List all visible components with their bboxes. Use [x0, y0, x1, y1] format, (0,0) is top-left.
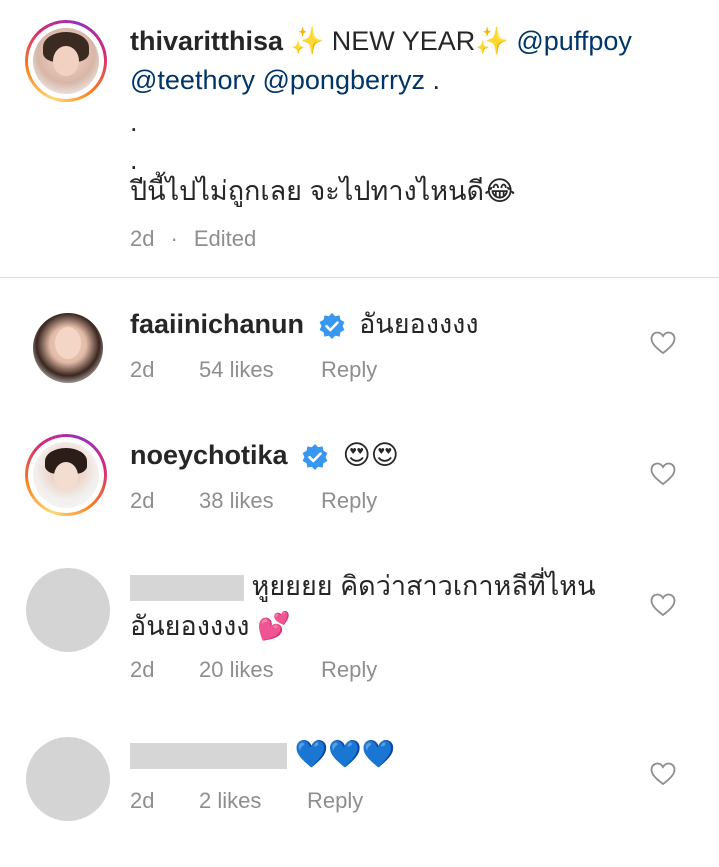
- two-hearts-emoji: 💕: [256, 611, 291, 642]
- blue-hearts-emoji: 💙💙💙: [294, 739, 396, 770]
- redacted-username: [130, 574, 244, 601]
- comment-likes[interactable]: 2 likes: [199, 788, 307, 814]
- caption-text: thivaritthisa ✨ NEW YEAR✨ @puffpoy @teet…: [130, 22, 690, 99]
- comment-time: 2d: [130, 357, 155, 382]
- commenter-avatar[interactable]: [25, 434, 107, 516]
- commenter-avatar[interactable]: [26, 737, 110, 821]
- commenter-avatar[interactable]: [26, 568, 110, 652]
- laughing-emoji: 😂: [484, 176, 516, 207]
- comment-username[interactable]: noeychotika: [130, 440, 288, 470]
- comment-text-line2: อันยองงงง 💕: [130, 607, 291, 646]
- mention-link[interactable]: @teethory: [130, 65, 255, 95]
- mention-link[interactable]: @pongberryz: [262, 65, 425, 95]
- heart-eyes-emoji: 😍😍: [342, 440, 399, 471]
- caption-period: .: [424, 65, 440, 95]
- comment-meta: 2d 54 likes Reply: [130, 357, 377, 383]
- comment-text: หูยยยย คิดว่าสาวเกาหลีที่ไหน: [130, 567, 596, 605]
- reply-button[interactable]: Reply: [321, 357, 377, 383]
- comment-text: noeychotika 😍😍: [130, 436, 399, 475]
- comment-body: หูยยยย คิดว่าสาวเกาหลีที่ไหน: [251, 571, 596, 601]
- post-caption: thivaritthisa ✨ NEW YEAR✨ @puffpoy @teet…: [0, 0, 719, 278]
- caption-headline: NEW YEAR: [324, 26, 476, 56]
- comment-likes[interactable]: 54 likes: [199, 357, 321, 383]
- comment-text: faaiinichanun อันยองงงง: [130, 305, 479, 343]
- heart-outline-icon[interactable]: [650, 593, 676, 617]
- comment-time: 2d: [130, 788, 155, 813]
- heart-outline-icon[interactable]: [650, 462, 676, 486]
- comment-meta: 2d 38 likes Reply: [130, 488, 377, 514]
- comment-time: 2d: [130, 488, 155, 513]
- comment-meta: 2d 20 likes Reply: [130, 657, 377, 683]
- caption-time: 2d: [130, 226, 155, 251]
- comment-body: อันยองงงง: [130, 611, 250, 641]
- verified-badge-icon: [302, 443, 328, 470]
- divider: [0, 277, 719, 278]
- mention-link[interactable]: @puffpoy: [516, 26, 632, 56]
- comment-meta: 2d 2 likes Reply: [130, 788, 363, 814]
- heart-outline-icon[interactable]: [650, 331, 676, 355]
- caption-meta: 2d · Edited: [130, 226, 256, 252]
- comment-likes[interactable]: 38 likes: [199, 488, 321, 514]
- sparkles-icon: ✨: [475, 26, 509, 57]
- comment-username[interactable]: faaiinichanun: [130, 309, 304, 339]
- verified-badge-icon: [319, 312, 344, 339]
- meta-separator: ·: [170, 226, 178, 251]
- reply-button[interactable]: Reply: [321, 657, 377, 683]
- reply-button[interactable]: Reply: [321, 488, 377, 514]
- comment-time: 2d: [130, 657, 155, 682]
- comment-body: อันยองงงง: [359, 309, 479, 339]
- caption-thai-text: ปีนี้ไปไม่ถูกเลย จะไปทางไหนดี: [130, 176, 485, 206]
- commenter-avatar[interactable]: [33, 313, 103, 383]
- caption-dot: .: [130, 145, 138, 175]
- comment-text: 💙💙💙: [130, 735, 395, 774]
- sparkles-icon: ✨: [290, 26, 325, 57]
- caption-dot: .: [130, 107, 138, 137]
- caption-thai-line: ปีนี้ไปไม่ถูกเลย จะไปทางไหนดี😂: [130, 172, 516, 211]
- redacted-username: [130, 742, 287, 769]
- caption-author-avatar[interactable]: [25, 20, 107, 102]
- edited-label: Edited: [193, 226, 257, 251]
- reply-button[interactable]: Reply: [307, 788, 363, 814]
- heart-outline-icon[interactable]: [650, 762, 676, 786]
- comment-likes[interactable]: 20 likes: [199, 657, 321, 683]
- caption-username[interactable]: thivaritthisa: [130, 26, 283, 56]
